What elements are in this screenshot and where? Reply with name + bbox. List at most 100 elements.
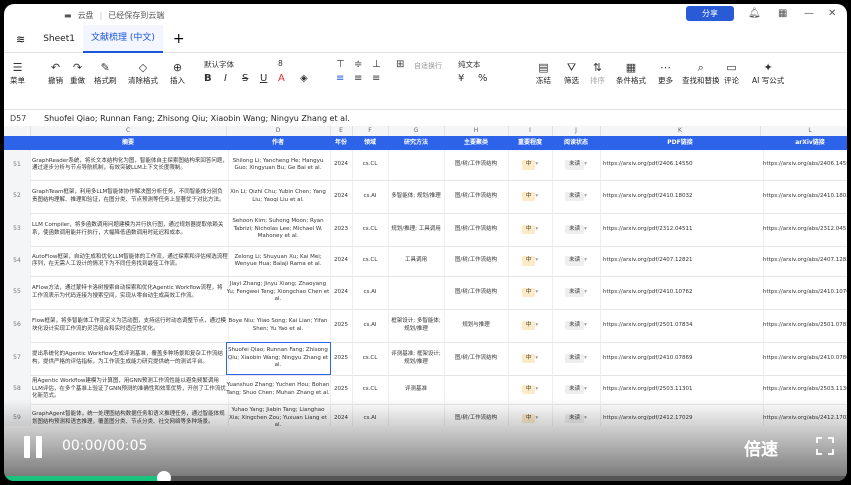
table-row[interactable]: 51 GraphReader系统，将长文本结构化为图，智能体自主探索图结构来回答问… <box>4 150 847 181</box>
cell-authors[interactable]: Zelong Li; Shuyuan Xu; Kai Mei; Wenyue H… <box>226 246 331 276</box>
table-row[interactable]: 53 LLM Compiler，将多函数调用问题建模为并行执行图，通过规划器提取依… <box>4 213 847 247</box>
layers-icon[interactable]: ≋ <box>16 33 25 46</box>
column-letter[interactable]: I <box>508 126 553 136</box>
align-left-button[interactable]: ≡ <box>336 73 344 84</box>
chevron-down-icon[interactable]: ▾ <box>584 193 587 200</box>
row-number[interactable]: 52 <box>4 180 31 213</box>
speed-button[interactable]: 倍速 <box>744 435 778 460</box>
comment-button[interactable]: ▭ 评论 <box>724 61 739 86</box>
cell-status[interactable]: 未读 ▾ <box>552 309 601 342</box>
cell-abstract[interactable]: AutoFlow框架，自动生成和优化LLM智能体的工作流，通过探索和评估候选流程… <box>30 246 229 276</box>
cell-cluster[interactable]: 图/树/工作流结构 <box>444 150 509 180</box>
undo-button[interactable]: ↶ 撤销 <box>48 61 63 86</box>
column-letter[interactable]: E <box>330 126 353 136</box>
cell-field[interactable]: cs.CL <box>352 213 389 246</box>
cell-arxiv[interactable]: https://arxiv.org/abs/2312.04511 <box>760 213 847 246</box>
cell-cluster[interactable]: 图/树/工作流结构 <box>444 276 509 309</box>
column-header[interactable]: 领域 <box>352 136 388 150</box>
cell-cluster[interactable]: 规划与推理 <box>444 309 509 342</box>
cell-importance[interactable]: 中 ▾ <box>508 213 553 246</box>
chevron-down-icon[interactable]: ▾ <box>535 355 538 362</box>
cell-status[interactable]: 未读 ▾ <box>552 213 601 246</box>
chevron-down-icon[interactable]: ▾ <box>535 193 538 200</box>
cell-field[interactable]: cs.AI <box>352 276 389 309</box>
chevron-down-icon[interactable]: ▾ <box>535 289 538 296</box>
cell-arxiv[interactable]: https://arxiv.org/abs/2410.07869 <box>760 342 847 375</box>
cell-field[interactable]: cs.AI <box>352 180 389 213</box>
row-number[interactable]: 53 <box>4 213 31 246</box>
close-icon[interactable]: ✕ <box>828 8 836 19</box>
chevron-down-icon[interactable]: ▾ <box>584 386 587 393</box>
number-format-select[interactable]: 纯文本 <box>458 59 481 70</box>
italic-button[interactable]: I <box>224 73 227 84</box>
cell-arxiv[interactable]: https://arxiv.org/abs/2410.10762 <box>760 276 847 309</box>
cell-year[interactable]: 2024 <box>330 246 353 276</box>
row-number[interactable]: 56 <box>4 309 31 342</box>
underline-button[interactable]: U <box>260 73 267 84</box>
cell-importance[interactable]: 中 ▾ <box>508 180 553 213</box>
cell-importance[interactable]: 中 ▾ <box>508 276 553 309</box>
column-header[interactable]: 年份 <box>330 136 352 150</box>
currency-button[interactable]: ¥ <box>458 73 464 84</box>
column-letter[interactable]: F <box>352 126 389 136</box>
selected-cell-authors[interactable]: Shuofei Qiao; Runnan Fang; Zhisong Qiu; … <box>226 342 331 375</box>
column-letter[interactable]: G <box>388 126 445 136</box>
cell-status[interactable]: 未读 ▾ <box>552 276 601 309</box>
freeze-button[interactable]: ▤ 冻结 <box>536 61 551 86</box>
font-select[interactable]: 默认字体 <box>204 59 234 70</box>
row-number[interactable]: 51 <box>4 150 31 180</box>
cell-year[interactable]: 2023 <box>330 213 353 246</box>
chevron-down-icon[interactable]: ▾ <box>584 289 587 296</box>
cell-cluster[interactable]: 图/树/工作流结构 <box>444 213 509 246</box>
menu-button[interactable]: ☰ 菜单 <box>10 61 25 86</box>
cell-arxiv[interactable]: https://arxiv.org/abs/2407.12821 <box>760 246 847 276</box>
cell-year[interactable]: 2025 <box>330 342 353 375</box>
cell-abstract[interactable]: AFlow方法，通过蒙特卡洛树搜索自动探索和优化Agentic Workflow… <box>30 276 229 309</box>
column-letter[interactable]: C <box>30 126 227 136</box>
column-header[interactable]: arXiv链接 <box>760 136 847 150</box>
wrap-button[interactable]: 自适换行 <box>414 61 442 71</box>
format-painter-button[interactable]: ✎ 格式刷 <box>94 61 117 86</box>
filter-button[interactable]: ⛛ 筛选 <box>564 61 579 86</box>
align-center-button[interactable]: ≡ <box>354 73 362 84</box>
fill-color-button[interactable]: ◈ <box>300 73 308 84</box>
cell-year[interactable]: 2024 <box>330 150 353 180</box>
table-row[interactable]: 52 GraphTeam框架，利用多LLM智能体协作解决图分析任务，不同智能体分别… <box>4 180 847 214</box>
cell-abstract[interactable]: GraphReader系统，将长文本结构化为图，智能体自主探索图结构来回答问题，… <box>30 150 229 180</box>
cell-pdf[interactable]: https://arxiv.org/pdf/2410.10762 <box>600 276 764 309</box>
chevron-down-icon[interactable]: ▾ <box>535 161 538 168</box>
chevron-down-icon[interactable]: ▾ <box>584 161 587 168</box>
cell-arxiv[interactable]: https://arxiv.org/abs/2406.14550 <box>760 150 847 180</box>
progress-knob[interactable] <box>157 471 172 481</box>
cell-importance[interactable]: 中 ▾ <box>508 150 553 180</box>
column-letter[interactable]: D <box>226 126 331 136</box>
ai-formula-button[interactable]: ✦ AI 写公式 <box>752 61 784 86</box>
cell-status[interactable]: 未读 ▾ <box>552 342 601 375</box>
table-row[interactable]: 57 提出系统化的Agentic Workflow生成评测基准，覆盖多种场景和复杂… <box>4 342 847 376</box>
cell-method[interactable]: 工具调用 <box>388 246 445 276</box>
column-header[interactable]: 作者 <box>226 136 330 150</box>
align-middle-button[interactable]: ≑ <box>354 59 362 70</box>
cell-method[interactable]: 评测基准; 框架设计; 规划/推理 <box>388 342 445 375</box>
cell-pdf[interactable]: https://arxiv.org/pdf/2312.04511 <box>600 213 764 246</box>
cell-method[interactable]: 框架设计; 多智能体; 规划/推理 <box>388 309 445 342</box>
cell-field[interactable]: cs.AI <box>352 309 389 342</box>
formula-input[interactable]: Shuofei Qiao; Runnan Fang; Zhisong Qiu; … <box>44 114 350 123</box>
table-row[interactable]: 55 AFlow方法，通过蒙特卡洛树搜索自动探索和优化Agentic Workfl… <box>4 276 847 310</box>
cell-year[interactable]: 2024 <box>330 276 353 309</box>
tab-literature[interactable]: 文献梳理 (中文) <box>82 25 163 53</box>
fullscreen-icon[interactable] <box>816 437 834 455</box>
cell-authors[interactable]: Sehoon Kim; Suhong Moon; Ryan Tabrizi; N… <box>226 213 331 246</box>
bell-icon[interactable]: 🔔︎ <box>748 8 761 19</box>
bold-button[interactable]: B <box>204 73 212 84</box>
cell-field[interactable]: cs.CL <box>352 246 389 276</box>
chevron-down-icon[interactable]: ▾ <box>535 257 538 264</box>
cell-authors[interactable]: Shilong Li; Yancheng He; Hangyu Guo; Xin… <box>226 150 331 180</box>
cell-status[interactable]: 未读 ▾ <box>552 150 601 180</box>
column-header[interactable]: 重要程度 <box>508 136 552 150</box>
column-letter[interactable]: K <box>600 126 761 136</box>
cell-abstract[interactable]: LLM Compiler，将多函数调用问题建模为并行执行图，通过规划器提取依赖关… <box>30 213 229 246</box>
strike-button[interactable]: S <box>242 73 248 84</box>
cell-status[interactable]: 未读 ▾ <box>552 246 601 276</box>
cell-method[interactable]: 多智能体; 规划/推理 <box>388 180 445 213</box>
